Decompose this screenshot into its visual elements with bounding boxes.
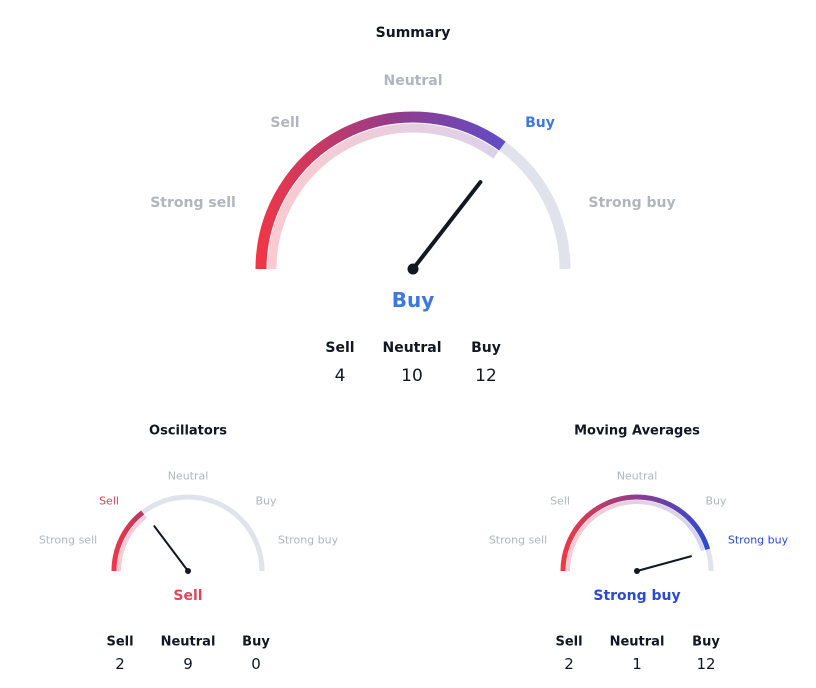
moving-averages-label-sell: Sell [550, 494, 570, 508]
oscillators-needle-pivot [185, 568, 191, 574]
oscillators-label-sell: Sell [99, 494, 119, 508]
summary-sell-count: 4 [334, 366, 346, 386]
oscillators-label-strong-sell: Strong sell [38, 533, 98, 547]
moving-averages-needle-pivot [634, 568, 640, 574]
moving-averages-neutral-count: 1 [632, 655, 642, 673]
oscillators-buy-count: 0 [251, 655, 261, 673]
summary-label-neutral: Neutral [383, 73, 443, 89]
summary-result: Buy [391, 288, 435, 312]
summary-needle [411, 180, 483, 271]
summary-title: Summary [375, 25, 451, 41]
moving-averages-needle [636, 555, 693, 572]
moving-averages-neutral-header: Neutral [609, 634, 665, 650]
oscillators-result: Sell [173, 588, 203, 604]
oscillators-label-buy: Buy [255, 494, 277, 508]
moving-averages-fill [560, 494, 711, 572]
oscillators-sell-count: 2 [115, 655, 125, 673]
moving-averages-buy-header: Buy [692, 634, 720, 650]
summary-neutral-count: 10 [401, 366, 423, 386]
summary-buy-count: 12 [475, 366, 497, 386]
summary-buy-header: Buy [471, 340, 501, 356]
moving-averages-title: Moving Averages [574, 423, 700, 439]
summary-neutral-header: Neutral [382, 340, 442, 356]
summary-label-strong-sell: Strong sell [150, 195, 236, 211]
moving-averages-label-strong-sell: Strong sell [488, 533, 548, 547]
oscillators-needle [153, 525, 189, 572]
summary-label-buy: Buy [525, 115, 555, 131]
moving-averages-track [560, 494, 714, 572]
moving-averages-label-buy: Buy [705, 494, 727, 508]
summary-label-sell: Sell [270, 115, 300, 131]
summary-needle-pivot [407, 263, 419, 275]
moving-averages-sell-count: 2 [564, 655, 574, 673]
oscillators-sell-header: Sell [106, 634, 134, 650]
oscillators-label-neutral: Neutral [167, 469, 209, 483]
oscillators-neutral-count: 9 [183, 655, 193, 673]
summary-track [255, 111, 571, 270]
moving-averages-buy-count: 12 [696, 655, 716, 673]
oscillators-title: Oscillators [149, 423, 227, 439]
oscillators-neutral-header: Neutral [160, 634, 216, 650]
oscillators-track [111, 494, 265, 572]
moving-averages-label-neutral: Neutral [616, 469, 658, 483]
oscillators-buy-header: Buy [242, 634, 270, 650]
summary-inner-fill [267, 123, 499, 270]
summary-label-strong-buy: Strong buy [588, 195, 676, 211]
oscillators-label-strong-buy: Strong buy [277, 533, 339, 547]
summary-sell-header: Sell [325, 340, 355, 356]
moving-averages-label-strong-buy: Strong buy [727, 533, 789, 547]
moving-averages-result: Strong buy [593, 588, 681, 604]
moving-averages-sell-header: Sell [555, 634, 583, 650]
